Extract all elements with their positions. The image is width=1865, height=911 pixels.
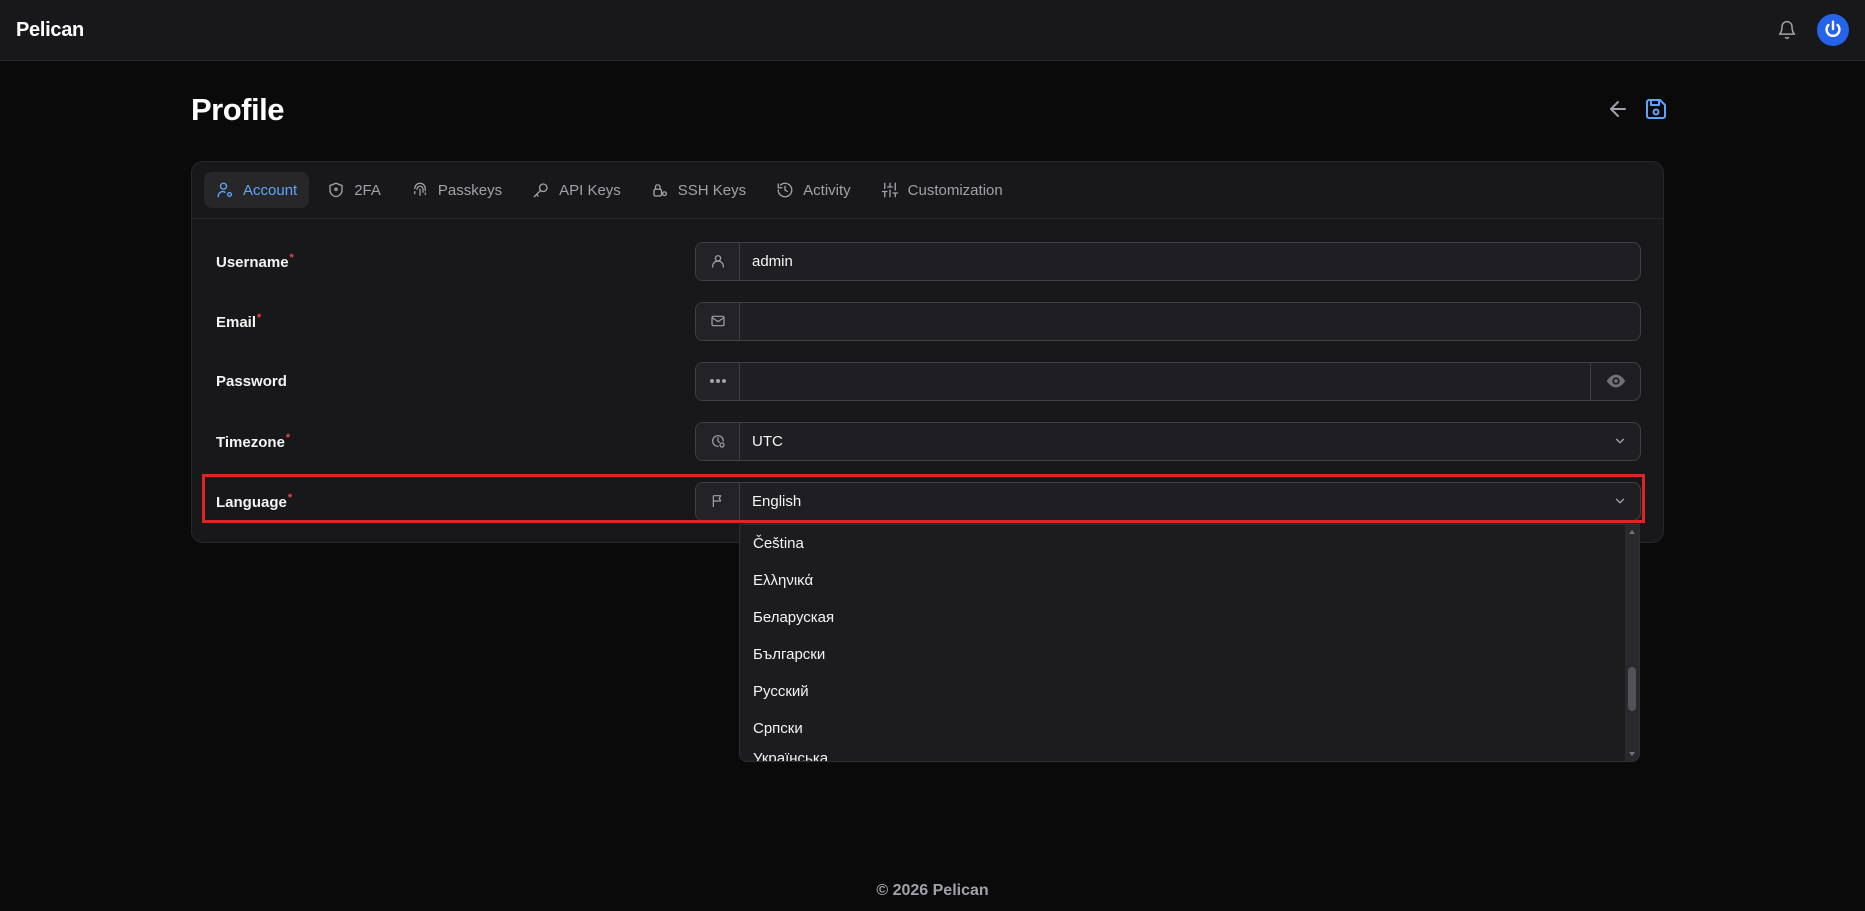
topbar-actions: [1775, 14, 1849, 46]
lock-key-icon: [653, 184, 667, 197]
language-option[interactable]: Български: [740, 636, 1639, 673]
profile-card: Account 2FA Passkeys API Keys SSH Keys A…: [191, 161, 1664, 543]
timezone-row: Timezone* UTC: [216, 421, 1641, 461]
sliders-icon: [881, 182, 898, 198]
notifications-bell-icon[interactable]: [1775, 18, 1799, 42]
tab-label: SSH Keys: [677, 181, 747, 199]
email-input[interactable]: [740, 303, 1640, 340]
tab-customization[interactable]: Customization: [869, 172, 1015, 208]
tab-passkeys[interactable]: Passkeys: [399, 172, 514, 208]
footer-copyright: © 2026 Pelican: [876, 882, 989, 899]
dots-icon: [696, 362, 740, 400]
language-select[interactable]: English: [695, 481, 1641, 521]
password-field[interactable]: [695, 361, 1641, 401]
fingerprint-icon: [414, 182, 426, 196]
tab-label: Customization: [907, 181, 1003, 199]
tab-2fa[interactable]: 2FA: [315, 172, 393, 208]
tab-label: Account: [243, 181, 298, 199]
user-icon: [696, 242, 740, 280]
language-option[interactable]: Русский: [740, 673, 1639, 710]
back-arrow-icon[interactable]: [1606, 97, 1630, 126]
username-row: Username* admin: [216, 241, 1641, 281]
save-icon[interactable]: [1644, 97, 1668, 126]
tab-activity[interactable]: Activity: [764, 172, 863, 208]
profile-tabs: Account 2FA Passkeys API Keys SSH Keys A…: [192, 162, 1663, 219]
header-actions: [1606, 97, 1668, 126]
tab-account[interactable]: Account: [204, 172, 310, 208]
shield-icon: [329, 182, 343, 198]
username-field[interactable]: admin: [695, 241, 1641, 281]
language-value: English: [752, 492, 802, 510]
brand-logo[interactable]: Pelican: [16, 19, 84, 42]
email-label: Email*: [216, 311, 262, 331]
password-input[interactable]: [740, 363, 1590, 400]
timezone-select[interactable]: UTC: [695, 421, 1641, 461]
history-icon: [777, 182, 793, 198]
scroll-thumb[interactable]: [1628, 667, 1636, 711]
language-option[interactable]: Српски: [740, 710, 1639, 747]
tab-label: 2FA: [354, 181, 381, 199]
dropdown-scrollbar[interactable]: [1625, 525, 1639, 761]
key-icon: [533, 183, 548, 198]
user-avatar[interactable]: [1817, 14, 1849, 46]
chevron-down-icon[interactable]: [1600, 423, 1640, 460]
eye-icon[interactable]: [1590, 362, 1640, 400]
flag-icon: [696, 482, 740, 520]
scroll-down-icon[interactable]: [1628, 750, 1636, 758]
tab-label: Activity: [803, 181, 851, 199]
language-label: Language*: [216, 491, 293, 511]
envelope-icon: [696, 302, 740, 340]
clock-icon: [696, 422, 740, 460]
username-input[interactable]: admin: [740, 243, 1640, 280]
language-dropdown: Čeština Ελληνικά Беларуская Български Ру…: [739, 524, 1640, 762]
tab-label: Passkeys: [437, 181, 503, 199]
scroll-up-icon[interactable]: [1628, 528, 1636, 536]
language-row: Language* English: [216, 481, 1641, 521]
timezone-value: UTC: [752, 432, 783, 450]
page-title: Profile: [191, 92, 284, 127]
tab-api-keys[interactable]: API Keys: [520, 172, 633, 208]
language-option[interactable]: Беларуская: [740, 599, 1639, 636]
password-label: Password: [216, 372, 287, 390]
tab-label: API Keys: [559, 181, 621, 199]
email-row: Email*: [216, 301, 1641, 341]
email-field[interactable]: [695, 301, 1641, 341]
timezone-label: Timezone*: [216, 431, 291, 451]
top-bar: Pelican: [0, 0, 1865, 61]
user-gear-icon: [217, 182, 233, 198]
language-option[interactable]: Čeština: [740, 525, 1639, 562]
tab-ssh-keys[interactable]: SSH Keys: [639, 172, 758, 208]
password-row: Password: [216, 361, 1641, 401]
username-label: Username*: [216, 251, 294, 271]
chevron-down-icon[interactable]: [1600, 483, 1640, 520]
language-option[interactable]: Українська: [740, 747, 1639, 761]
language-option[interactable]: Ελληνικά: [740, 562, 1639, 599]
